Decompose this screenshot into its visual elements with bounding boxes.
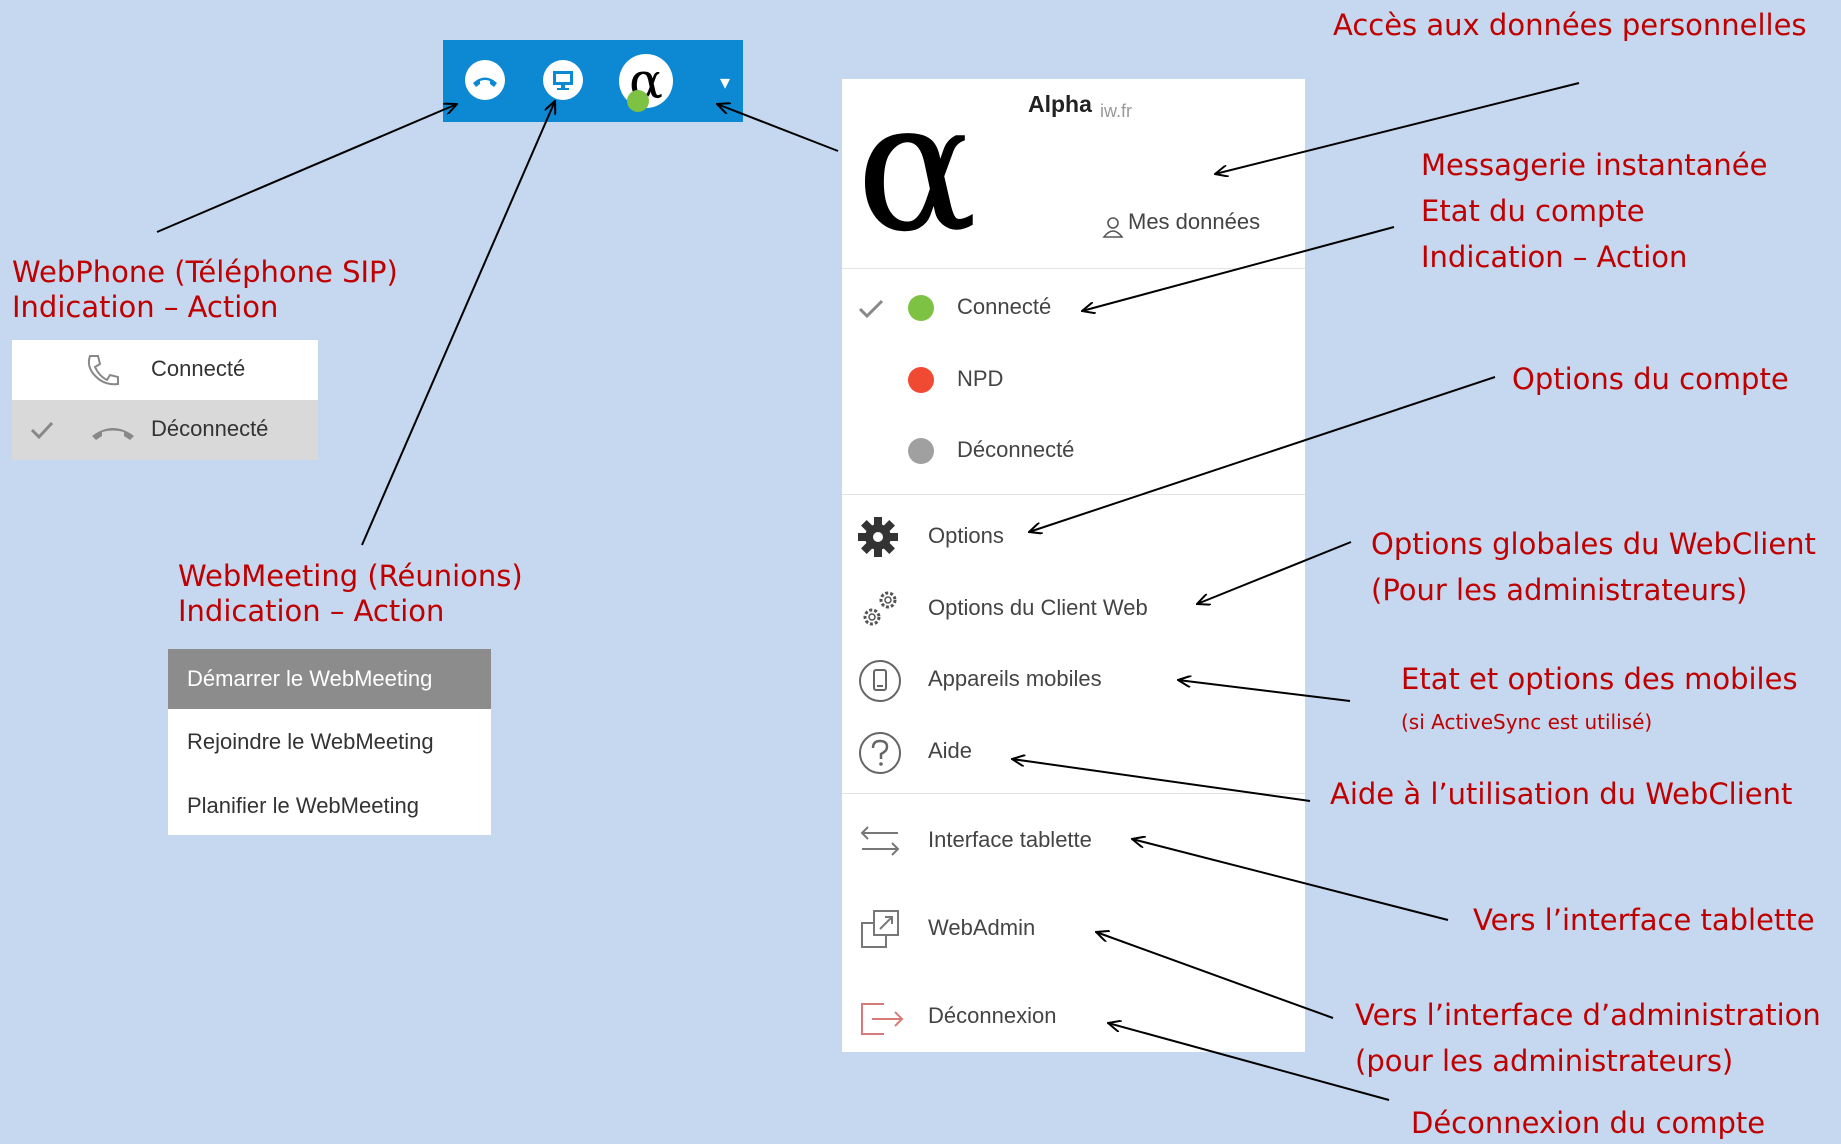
arrow-tablet: [1132, 839, 1449, 921]
arrow-im-status: [1082, 226, 1395, 311]
arrow-personal-data: [1215, 82, 1580, 174]
arrow-global-options: [1197, 541, 1352, 604]
arrow-help: [1012, 759, 1311, 802]
annotation-arrows: [156, 82, 1580, 1101]
arrow-webmeeting: [361, 101, 555, 546]
arrow-mobile: [1178, 680, 1351, 702]
arrow-logout: [1108, 1023, 1390, 1101]
arrow-account-options: [1029, 376, 1496, 532]
arrow-avatar: [717, 104, 839, 152]
arrow-webphone: [156, 104, 457, 233]
arrow-admin: [1096, 932, 1334, 1019]
